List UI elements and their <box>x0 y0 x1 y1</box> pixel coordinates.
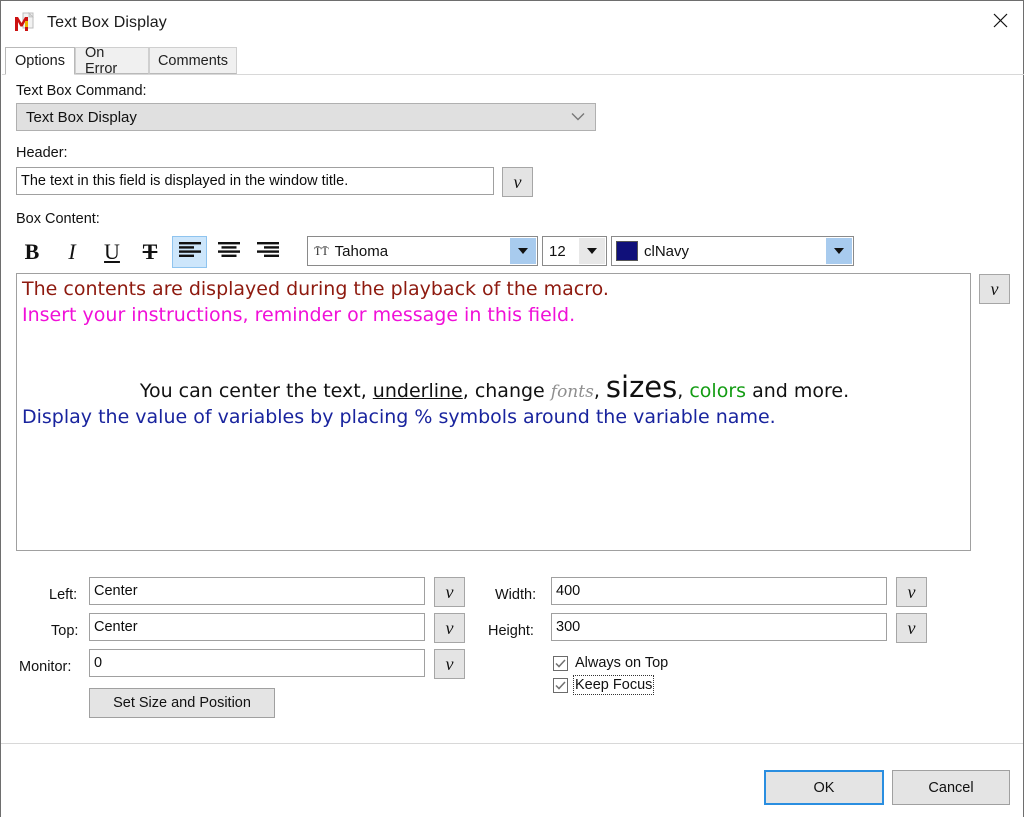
always-on-top-checkbox[interactable]: Always on Top <box>553 655 668 671</box>
font-size-combo[interactable]: 12 <box>542 236 607 266</box>
font-name-combo[interactable]: T̄T̄ Tahoma <box>307 236 538 266</box>
tab-strip: Options On Error Comments <box>2 47 1022 75</box>
keep-focus-checkbox-box <box>553 678 568 693</box>
tab-options-label: Options <box>15 53 65 69</box>
font-name-dropdown-arrow[interactable] <box>510 238 536 264</box>
text-box-display-dialog: Text Box Display Options On Error Commen… <box>0 0 1024 817</box>
bold-button[interactable]: B <box>15 237 49 267</box>
align-center-button[interactable] <box>211 236 246 268</box>
underline-button[interactable]: U <box>95 237 129 267</box>
command-dropdown[interactable]: Text Box Display <box>16 103 596 131</box>
ok-button[interactable]: OK <box>764 770 884 805</box>
format-toolbar: B I U T <box>1 233 1023 275</box>
chevron-down-icon <box>571 109 585 126</box>
top-label: Top: <box>51 623 78 639</box>
set-size-and-position-button[interactable]: Set Size and Position <box>89 688 275 718</box>
height-variable-button[interactable]: v <box>896 613 927 643</box>
command-dropdown-value: Text Box Display <box>26 109 137 126</box>
align-right-icon <box>256 241 280 263</box>
header-input-value: The text in this field is displayed in t… <box>21 173 348 189</box>
always-on-top-checkbox-box <box>553 656 568 671</box>
header-input[interactable]: The text in this field is displayed in t… <box>16 167 494 195</box>
left-input-value: Center <box>94 583 138 599</box>
content-line-3-sizes: sizes <box>606 370 677 404</box>
keep-focus-checkbox[interactable]: Keep Focus <box>553 677 652 693</box>
monitor-label: Monitor: <box>19 659 71 675</box>
tab-on-error[interactable]: On Error <box>75 47 149 74</box>
align-center-icon <box>217 241 241 263</box>
content-line-3-part2: , change <box>463 380 551 402</box>
content-line-4: Display the value of variables by placin… <box>22 406 776 428</box>
content-line-3-colors: colors <box>689 380 746 402</box>
font-size-value: 12 <box>543 243 566 260</box>
height-input[interactable]: 300 <box>551 613 887 641</box>
content-line-3-part1: You can center the text, <box>140 380 373 402</box>
content-line-3-fonts: fonts <box>551 382 594 402</box>
strikethrough-button[interactable]: T <box>133 237 167 267</box>
content-line-3-part4: , <box>677 380 689 402</box>
header-variable-button[interactable]: v <box>502 167 533 197</box>
content-line-1: The contents are displayed during the pl… <box>22 278 609 300</box>
always-on-top-label: Always on Top <box>575 655 668 671</box>
top-variable-button[interactable]: v <box>434 613 465 643</box>
content-line-2: Insert your instructions, reminder or me… <box>22 304 575 326</box>
font-color-dropdown-arrow[interactable] <box>826 238 852 264</box>
font-size-dropdown-arrow[interactable] <box>579 238 605 264</box>
font-name-value: Tahoma <box>329 243 388 260</box>
italic-icon: I <box>68 241 75 263</box>
cancel-button[interactable]: Cancel <box>892 770 1010 805</box>
left-label: Left: <box>49 587 77 603</box>
content-line-3-part5: and more. <box>746 380 849 402</box>
tab-options[interactable]: Options <box>5 47 75 75</box>
title-bar: Text Box Display <box>1 1 1023 45</box>
font-color-combo[interactable]: clNavy <box>611 236 854 266</box>
width-label: Width: <box>495 587 536 603</box>
font-tt-icon: T̄T̄ <box>308 245 329 257</box>
monitor-variable-button[interactable]: v <box>434 649 465 679</box>
keep-focus-label: Keep Focus <box>575 677 652 693</box>
width-input[interactable]: 400 <box>551 577 887 605</box>
close-icon[interactable] <box>977 1 1023 39</box>
macro-express-m-icon <box>13 11 37 35</box>
options-panel: Text Box Command: Text Box Display Heade… <box>1 75 1023 743</box>
tab-on-error-label: On Error <box>85 45 139 77</box>
underline-icon: U <box>104 241 120 263</box>
command-label: Text Box Command: <box>16 83 147 99</box>
header-label: Header: <box>16 145 68 161</box>
monitor-input[interactable]: 0 <box>89 649 425 677</box>
height-input-value: 300 <box>556 619 580 635</box>
bold-icon: B <box>25 241 40 263</box>
width-input-value: 400 <box>556 583 580 599</box>
top-input-value: Center <box>94 619 138 635</box>
box-content-variable-button[interactable]: v <box>979 274 1010 304</box>
font-color-value: clNavy <box>638 243 689 260</box>
content-line-3-part3: , <box>594 380 606 402</box>
font-color-swatch <box>616 241 638 261</box>
content-line-3-underline: underline <box>373 380 463 402</box>
box-content-label: Box Content: <box>16 211 100 227</box>
left-variable-button[interactable]: v <box>434 577 465 607</box>
align-left-button[interactable] <box>172 236 207 268</box>
window-title: Text Box Display <box>47 14 167 32</box>
height-label: Height: <box>488 623 534 639</box>
top-input[interactable]: Center <box>89 613 425 641</box>
italic-button[interactable]: I <box>55 237 89 267</box>
box-content-editor[interactable]: The contents are displayed during the pl… <box>16 273 971 551</box>
monitor-input-value: 0 <box>94 655 102 671</box>
tab-comments[interactable]: Comments <box>149 47 237 74</box>
dialog-footer: OK Cancel <box>1 743 1023 817</box>
align-right-button[interactable] <box>250 236 285 268</box>
align-left-icon <box>178 241 202 263</box>
strikethrough-icon: T <box>143 241 158 263</box>
left-input[interactable]: Center <box>89 577 425 605</box>
content-line-3: You can center the text, underline, chan… <box>17 370 971 404</box>
width-variable-button[interactable]: v <box>896 577 927 607</box>
tab-comments-label: Comments <box>158 53 228 69</box>
